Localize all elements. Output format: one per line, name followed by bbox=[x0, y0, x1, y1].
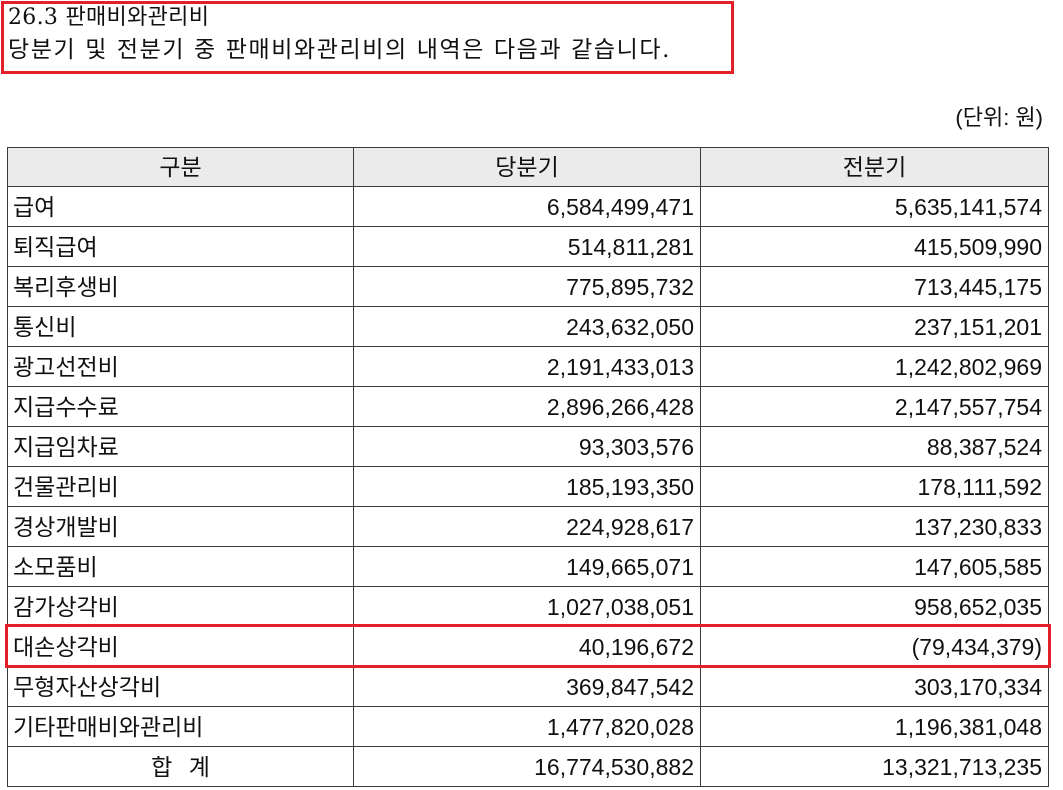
row-label: 무형자산상각비 bbox=[7, 666, 354, 707]
current-quarter-value: 2,191,433,013 bbox=[353, 346, 701, 387]
current-quarter-value: 93,303,576 bbox=[353, 426, 701, 467]
row-label: 기타판매비와관리비 bbox=[7, 706, 354, 747]
current-quarter-value: 369,847,542 bbox=[353, 666, 701, 707]
section-description: 당분기 및 전분기 중 판매비와관리비의 내역은 다음과 같습니다. bbox=[8, 37, 672, 63]
prior-quarter-value: 5,635,141,574 bbox=[700, 186, 1049, 227]
total-prior-quarter-value: 13,321,713,235 bbox=[700, 746, 1049, 787]
section-header-box: 26.3 판매비와관리비 당분기 및 전분기 중 판매비와관리비의 내역은 다음… bbox=[1, 1, 734, 74]
row-label: 급여 bbox=[7, 186, 354, 227]
prior-quarter-value: (79,434,379) bbox=[700, 626, 1049, 667]
unit-note: (단위: 원) bbox=[955, 105, 1043, 130]
table-row: 지급수수료 2,896,266,428 2,147,557,754 bbox=[7, 386, 1049, 427]
row-label: 소모품비 bbox=[7, 546, 354, 587]
section-title: 26.3 판매비와관리비 bbox=[8, 5, 210, 30]
row-label: 감가상각비 bbox=[7, 586, 354, 627]
prior-quarter-value: 415,509,990 bbox=[700, 226, 1049, 267]
row-label: 지급수수료 bbox=[7, 386, 354, 427]
prior-quarter-value: 303,170,334 bbox=[700, 666, 1049, 707]
table-row: 광고선전비 2,191,433,013 1,242,802,969 bbox=[7, 346, 1049, 387]
row-label: 지급임차료 bbox=[7, 426, 354, 467]
row-label: 대손상각비 bbox=[7, 626, 354, 667]
current-quarter-value: 224,928,617 bbox=[353, 506, 701, 547]
row-label: 통신비 bbox=[7, 306, 354, 347]
prior-quarter-value: 713,445,175 bbox=[700, 266, 1049, 307]
table-row: 무형자산상각비 369,847,542 303,170,334 bbox=[7, 666, 1049, 707]
table-row: 퇴직급여 514,811,281 415,509,990 bbox=[7, 226, 1049, 267]
expense-table: 구분 당분기 전분기 급여 6,584,499,471 5,635,141,57… bbox=[7, 147, 1049, 787]
table-row: 건물관리비 185,193,350 178,111,592 bbox=[7, 466, 1049, 507]
prior-quarter-value: 237,151,201 bbox=[700, 306, 1049, 347]
column-header-prior-quarter: 전분기 bbox=[700, 147, 1049, 187]
table-row: 복리후생비 775,895,732 713,445,175 bbox=[7, 266, 1049, 307]
table-row-highlighted: 대손상각비 40,196,672 (79,434,379) bbox=[7, 626, 1049, 667]
current-quarter-value: 1,027,038,051 bbox=[353, 586, 701, 627]
current-quarter-value: 40,196,672 bbox=[353, 626, 701, 667]
row-label: 복리후생비 bbox=[7, 266, 354, 307]
row-label: 건물관리비 bbox=[7, 466, 354, 507]
total-row: 합 계 16,774,530,882 13,321,713,235 bbox=[7, 746, 1049, 787]
current-quarter-value: 2,896,266,428 bbox=[353, 386, 701, 427]
current-quarter-value: 1,477,820,028 bbox=[353, 706, 701, 747]
row-label: 광고선전비 bbox=[7, 346, 354, 387]
column-header-item: 구분 bbox=[7, 147, 354, 187]
table-row: 통신비 243,632,050 237,151,201 bbox=[7, 306, 1049, 347]
table-row: 경상개발비 224,928,617 137,230,833 bbox=[7, 506, 1049, 547]
row-label: 퇴직급여 bbox=[7, 226, 354, 267]
table-row: 소모품비 149,665,071 147,605,585 bbox=[7, 546, 1049, 587]
current-quarter-value: 514,811,281 bbox=[353, 226, 701, 267]
prior-quarter-value: 2,147,557,754 bbox=[700, 386, 1049, 427]
row-label: 경상개발비 bbox=[7, 506, 354, 547]
current-quarter-value: 243,632,050 bbox=[353, 306, 701, 347]
current-quarter-value: 775,895,732 bbox=[353, 266, 701, 307]
prior-quarter-value: 1,196,381,048 bbox=[700, 706, 1049, 747]
current-quarter-value: 6,584,499,471 bbox=[353, 186, 701, 227]
table-header-row: 구분 당분기 전분기 bbox=[7, 147, 1049, 187]
table-row: 지급임차료 93,303,576 88,387,524 bbox=[7, 426, 1049, 467]
total-label: 합 계 bbox=[7, 746, 354, 787]
column-header-current-quarter: 당분기 bbox=[353, 147, 701, 187]
table-row: 급여 6,584,499,471 5,635,141,574 bbox=[7, 186, 1049, 227]
table-row: 감가상각비 1,027,038,051 958,652,035 bbox=[7, 586, 1049, 627]
prior-quarter-value: 958,652,035 bbox=[700, 586, 1049, 627]
total-current-quarter-value: 16,774,530,882 bbox=[353, 746, 701, 787]
prior-quarter-value: 147,605,585 bbox=[700, 546, 1049, 587]
prior-quarter-value: 178,111,592 bbox=[700, 466, 1049, 507]
current-quarter-value: 149,665,071 bbox=[353, 546, 701, 587]
current-quarter-value: 185,193,350 bbox=[353, 466, 701, 507]
prior-quarter-value: 88,387,524 bbox=[700, 426, 1049, 467]
prior-quarter-value: 1,242,802,969 bbox=[700, 346, 1049, 387]
prior-quarter-value: 137,230,833 bbox=[700, 506, 1049, 547]
table-row: 기타판매비와관리비 1,477,820,028 1,196,381,048 bbox=[7, 706, 1049, 747]
